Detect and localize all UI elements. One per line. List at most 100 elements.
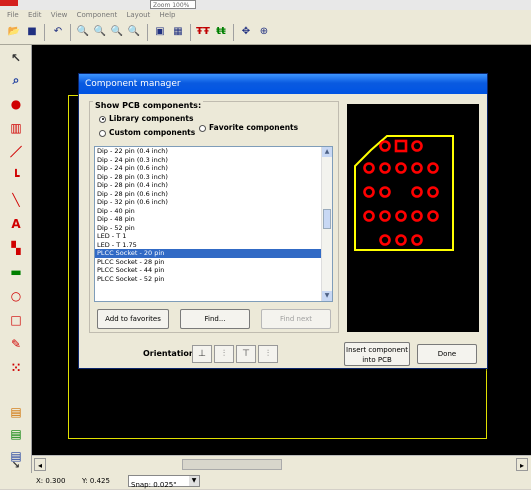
pad (411, 186, 423, 198)
grid-icon[interactable]: ▦ (170, 24, 186, 40)
component-manager-dialog: Component manager Show PCB components: L… (78, 73, 488, 369)
select-arrow-icon[interactable]: ↖ (7, 49, 25, 67)
via-icon[interactable]: ⁙ (7, 359, 25, 377)
list-item[interactable]: Dip - 32 pin (0.6 inch) (95, 198, 332, 207)
zoom-out-icon[interactable]: 🔍 (92, 24, 108, 40)
rectangle-icon[interactable]: □ (7, 311, 25, 329)
component-list[interactable]: Dip - 22 pin (0.4 inch) Dip - 24 pin (0.3… (94, 146, 333, 302)
pad (379, 186, 391, 198)
pad (379, 140, 391, 152)
mirror-icon[interactable]: ŦŦ (195, 24, 211, 40)
pad (379, 234, 391, 246)
center-icon[interactable]: ⊕ (256, 24, 272, 40)
layer2-icon[interactable]: ▤ (7, 425, 25, 443)
scroll-up-icon[interactable]: ▲ (322, 147, 332, 157)
zoom-fit-icon[interactable]: 🔍 (109, 24, 125, 40)
orient-left-icon[interactable]: ⫶ (214, 345, 234, 363)
component-icon[interactable]: ▥ (7, 119, 25, 137)
menu-edit[interactable]: Edit (28, 10, 42, 21)
properties-icon[interactable]: ▣ (152, 24, 168, 40)
orient-up-icon[interactable]: ⊥ (192, 345, 212, 363)
status-y: Y: 0.425 (82, 477, 110, 485)
orient-right-icon[interactable]: ⫶ (258, 345, 278, 363)
layer1-icon[interactable]: ▤ (7, 403, 25, 421)
polygon-icon[interactable]: ✎ (7, 335, 25, 353)
radio-favorite[interactable]: Favorite components (199, 123, 298, 132)
tool-palette: ↖ ⌕ ● ▥ ／ ┗ ╲ A ▚ ▬ ○ □ ✎ ⁙ ▤ ▤ ▤ ↘ (0, 45, 32, 475)
align-icon[interactable]: ŧŧ (213, 24, 229, 40)
chevron-down-icon: ▼ (189, 476, 199, 486)
track-icon[interactable]: ／ (7, 143, 25, 161)
plcc-footprint-preview (354, 135, 454, 251)
status-bar: X: 0.300 Y: 0.425 Snap: 0.025" ▼ (0, 473, 531, 489)
scroll-thumb[interactable] (182, 459, 282, 470)
list-scroll-thumb[interactable] (323, 209, 331, 229)
list-item[interactable]: PLCC Socket - 28 pin (95, 258, 332, 267)
save-icon[interactable]: ■ (24, 24, 40, 40)
list-scrollbar[interactable]: ▲ ▼ (321, 147, 332, 301)
undo-icon[interactable]: ↶ (50, 24, 66, 40)
menu-view[interactable]: View (51, 10, 68, 21)
pad (379, 210, 391, 222)
circle-icon[interactable]: ○ (7, 287, 25, 305)
pad (379, 162, 391, 174)
menu-layout[interactable]: Layout (126, 10, 150, 21)
status-x: X: 0.300 (36, 477, 66, 485)
move-icon[interactable]: ✥ (238, 24, 254, 40)
app-logo (0, 0, 18, 6)
horizontal-scrollbar[interactable]: ◂ ▸ (32, 455, 531, 473)
radio-library[interactable]: Library components (99, 114, 193, 123)
connector-icon[interactable]: ▬ (7, 263, 25, 281)
pad-icon[interactable]: ● (7, 95, 25, 113)
add-to-favorites-button[interactable]: Add to favorites (97, 309, 169, 329)
zoom-select[interactable]: Zoom 100% (150, 0, 196, 9)
zoom-area-icon[interactable]: 🔍 (126, 24, 142, 40)
pad (427, 210, 439, 222)
pad (395, 210, 407, 222)
radio-custom[interactable]: Custom components (99, 128, 195, 137)
dialog-title: Component manager (79, 74, 487, 94)
radio-unchecked-icon (99, 129, 106, 137)
menu-help[interactable]: Help (160, 10, 176, 21)
list-item[interactable]: Dip - 28 pin (0.6 inch) (95, 190, 332, 199)
angled-track-icon[interactable]: ┗ (7, 167, 25, 185)
group-label: Show PCB components: (93, 101, 204, 110)
menu-bar: File Edit View Component Layout Help (0, 10, 531, 21)
pad (363, 162, 375, 174)
text-icon[interactable]: A (7, 215, 25, 233)
diagonal-track-icon[interactable]: ╲ (7, 191, 25, 209)
list-item[interactable]: Dip - 40 pin (95, 207, 332, 216)
list-item[interactable]: Dip - 48 pin (95, 215, 332, 224)
orient-down-icon[interactable]: ⊤ (236, 345, 256, 363)
done-button[interactable]: Done (417, 344, 477, 364)
scroll-right-icon[interactable]: ▸ (516, 458, 528, 471)
list-item[interactable]: PLCC Socket - 20 pin (95, 249, 332, 258)
menu-component[interactable]: Component (77, 10, 118, 21)
list-item[interactable]: Dip - 22 pin (0.4 inch) (95, 147, 332, 156)
scroll-down-icon[interactable]: ▼ (322, 291, 332, 301)
list-item[interactable]: LED - T 1.75 (95, 241, 332, 250)
find-next-button[interactable]: Find next (261, 309, 331, 329)
smd-pad-icon[interactable]: ▚ (7, 239, 25, 257)
snap-select[interactable]: Snap: 0.025" ▼ (128, 475, 200, 489)
find-button[interactable]: Find... (180, 309, 250, 329)
zoom-tool-icon[interactable]: ⌕ (7, 71, 25, 89)
list-item[interactable]: PLCC Socket - 52 pin (95, 275, 332, 284)
pad (411, 162, 423, 174)
list-item[interactable]: LED - T 1 (95, 232, 332, 241)
list-item[interactable]: Dip - 24 pin (0.6 inch) (95, 164, 332, 173)
orientation-label: Orientation: (143, 349, 198, 358)
zoom-in-icon[interactable]: 🔍 (75, 24, 91, 40)
insert-component-button[interactable]: Insert component into PCB (344, 342, 410, 366)
pad (411, 140, 423, 152)
open-icon[interactable]: 📂 (6, 24, 22, 40)
list-item[interactable]: Dip - 24 pin (0.3 inch) (95, 156, 332, 165)
pad (395, 234, 407, 246)
scroll-left-icon[interactable]: ◂ (34, 458, 46, 471)
list-item[interactable]: Dip - 28 pin (0.4 inch) (95, 181, 332, 190)
menu-file[interactable]: File (7, 10, 19, 21)
list-item[interactable]: Dip - 52 pin (95, 224, 332, 233)
list-item[interactable]: PLCC Socket - 44 pin (95, 266, 332, 275)
list-item[interactable]: Dip - 28 pin (0.3 inch) (95, 173, 332, 182)
window-titlebar: Zoom 100% (0, 0, 531, 10)
